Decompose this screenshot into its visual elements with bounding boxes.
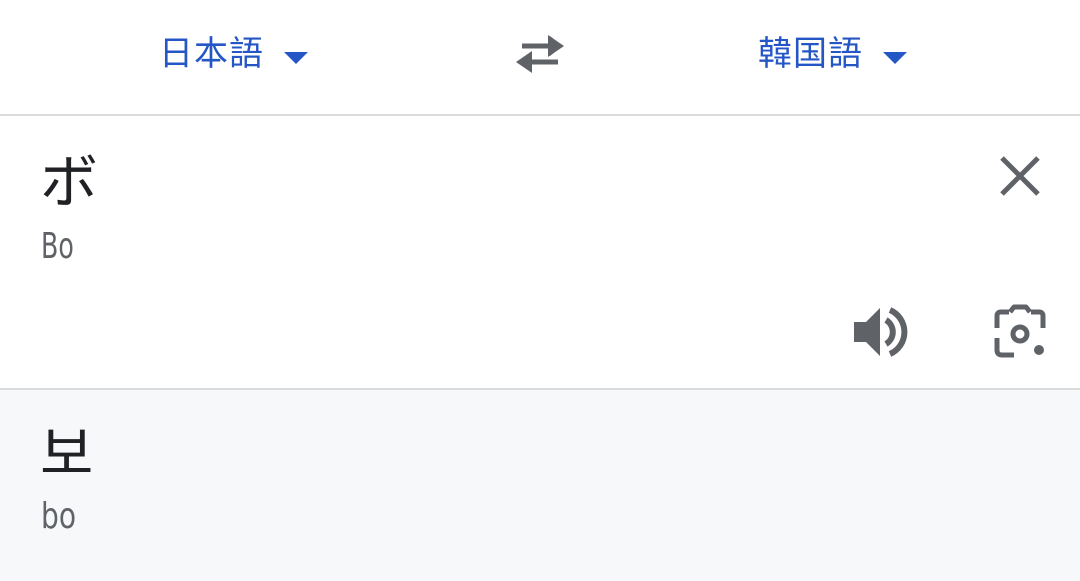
result-panel: 보 bo — [0, 390, 1080, 581]
source-language-selector[interactable]: 日本語 — [159, 28, 308, 80]
swap-arrows-icon — [516, 35, 564, 73]
listen-button[interactable] — [850, 304, 910, 360]
source-text[interactable]: ボ — [40, 150, 98, 214]
language-bar: 日本語 韓国語 — [0, 0, 1080, 116]
camera-lens-button[interactable] — [990, 304, 1050, 360]
swap-languages-button[interactable] — [512, 30, 568, 78]
source-panel: ボ Bo — [0, 116, 1080, 390]
translation-transliteration: bo — [41, 496, 77, 537]
source-transliteration: Bo — [41, 226, 74, 267]
translation-text: 보 — [40, 420, 94, 488]
source-language-label: 日本語 — [159, 34, 264, 74]
caret-down-icon — [284, 52, 308, 64]
target-language-selector[interactable]: 韓国語 — [758, 28, 907, 80]
volume-icon — [854, 307, 908, 357]
close-icon — [1000, 156, 1040, 196]
target-language-label: 韓国語 — [758, 34, 863, 74]
caret-down-icon — [883, 52, 907, 64]
translate-app: 日本語 韓国語 ボ Bo 보 bo — [0, 0, 1080, 581]
camera-lens-icon — [994, 304, 1046, 358]
clear-input-button[interactable] — [994, 150, 1046, 202]
